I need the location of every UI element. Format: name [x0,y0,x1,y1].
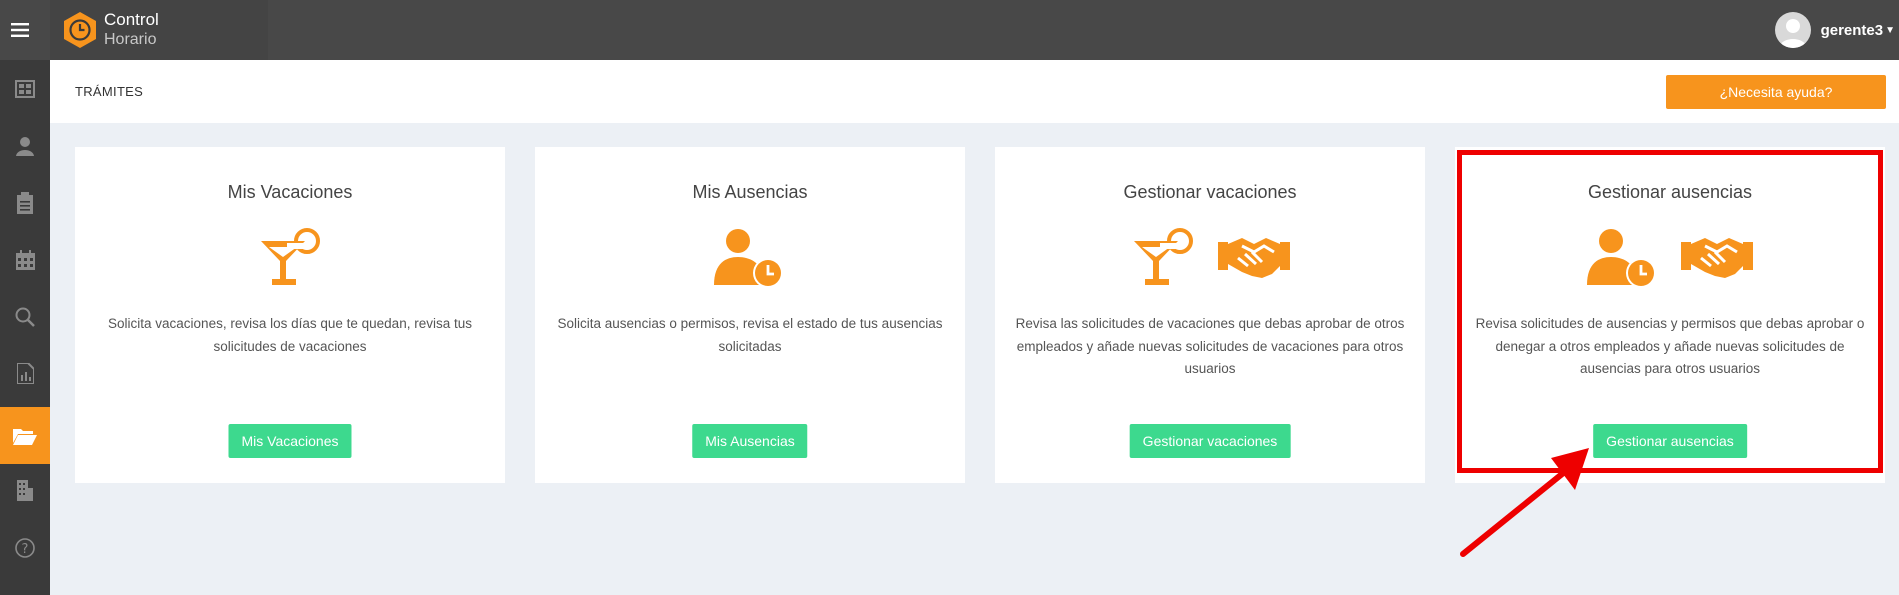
mis-ausencias-button[interactable]: Mis Ausencias [692,424,808,458]
help-icon: ? [15,537,35,558]
calendar-icon [15,249,35,270]
handshake-icon [1218,238,1290,278]
card-mis-vacaciones: Mis Vacaciones Solicita vacaciones, revi… [75,147,505,483]
username: gerente3 [1820,21,1884,39]
top-bar: Control Horario gerente3 ▼ [0,0,1899,60]
sidebar-item-help[interactable]: ? [0,519,50,576]
avatar [1774,12,1811,48]
page-header: TRÁMITES ¿Necesita ayuda? [50,60,1899,123]
card-title: Mis Vacaciones [227,182,353,202]
report-icon [16,363,34,384]
sidebar-item-company[interactable] [0,462,50,519]
sidebar-item-tramites[interactable] [0,407,50,464]
search-icon [15,307,35,327]
card-description: Solicita vacaciones, revisa los días que… [108,316,472,354]
card-title: Mis Ausencias [692,182,808,202]
gestionar-vacaciones-button[interactable]: Gestionar vacaciones [1129,424,1291,458]
cocktail-icon [261,228,320,285]
annotation-arrow-icon [1460,448,1589,557]
user-menu[interactable]: gerente3 ▼ [1774,0,1899,60]
sidebar-item-user[interactable] [0,117,50,174]
cocktail-icon [1134,228,1193,285]
clipboard-icon [17,191,33,214]
folder-open-icon [13,428,37,445]
app-name-line2: Horario [104,31,157,48]
page-title: TRÁMITES [75,84,144,99]
sidebar-item-calendar[interactable] [0,231,50,288]
sidebar-item-clipboard[interactable] [0,174,50,231]
sidebar-item-reports[interactable] [0,345,50,402]
user-clock-icon [714,229,783,288]
help-button[interactable]: ¿Necesita ayuda? [1666,75,1886,109]
sidebar: ? [0,60,50,595]
building-icon [17,480,33,501]
clock-logo-icon [64,12,96,48]
app-logo[interactable]: Control Horario [50,0,268,60]
annotation-highlight-box [1457,150,1883,473]
sidebar-item-search[interactable] [0,288,50,345]
card-gestionar-vacaciones: Gestionar vacaciones Revisa las solicitu… [995,147,1425,483]
dashboard-icon [15,79,35,98]
user-icon [16,136,34,156]
caret-down-icon: ▼ [1885,24,1895,36]
sidebar-item-dashboard[interactable] [0,60,50,117]
card-description: Revisa las solicitudes de vacaciones que… [1015,316,1405,376]
card-description: Solicita ausencias o permisos, revisa el… [557,316,943,354]
card-title: Gestionar vacaciones [1123,182,1297,202]
hamburger-menu-icon[interactable] [0,0,40,60]
app-name-line1: Control [104,10,159,29]
mis-vacaciones-button[interactable]: Mis Vacaciones [228,424,352,458]
svg-text:?: ? [22,542,29,557]
card-mis-ausencias: Mis Ausencias Solicita ausencias o permi… [535,147,965,483]
